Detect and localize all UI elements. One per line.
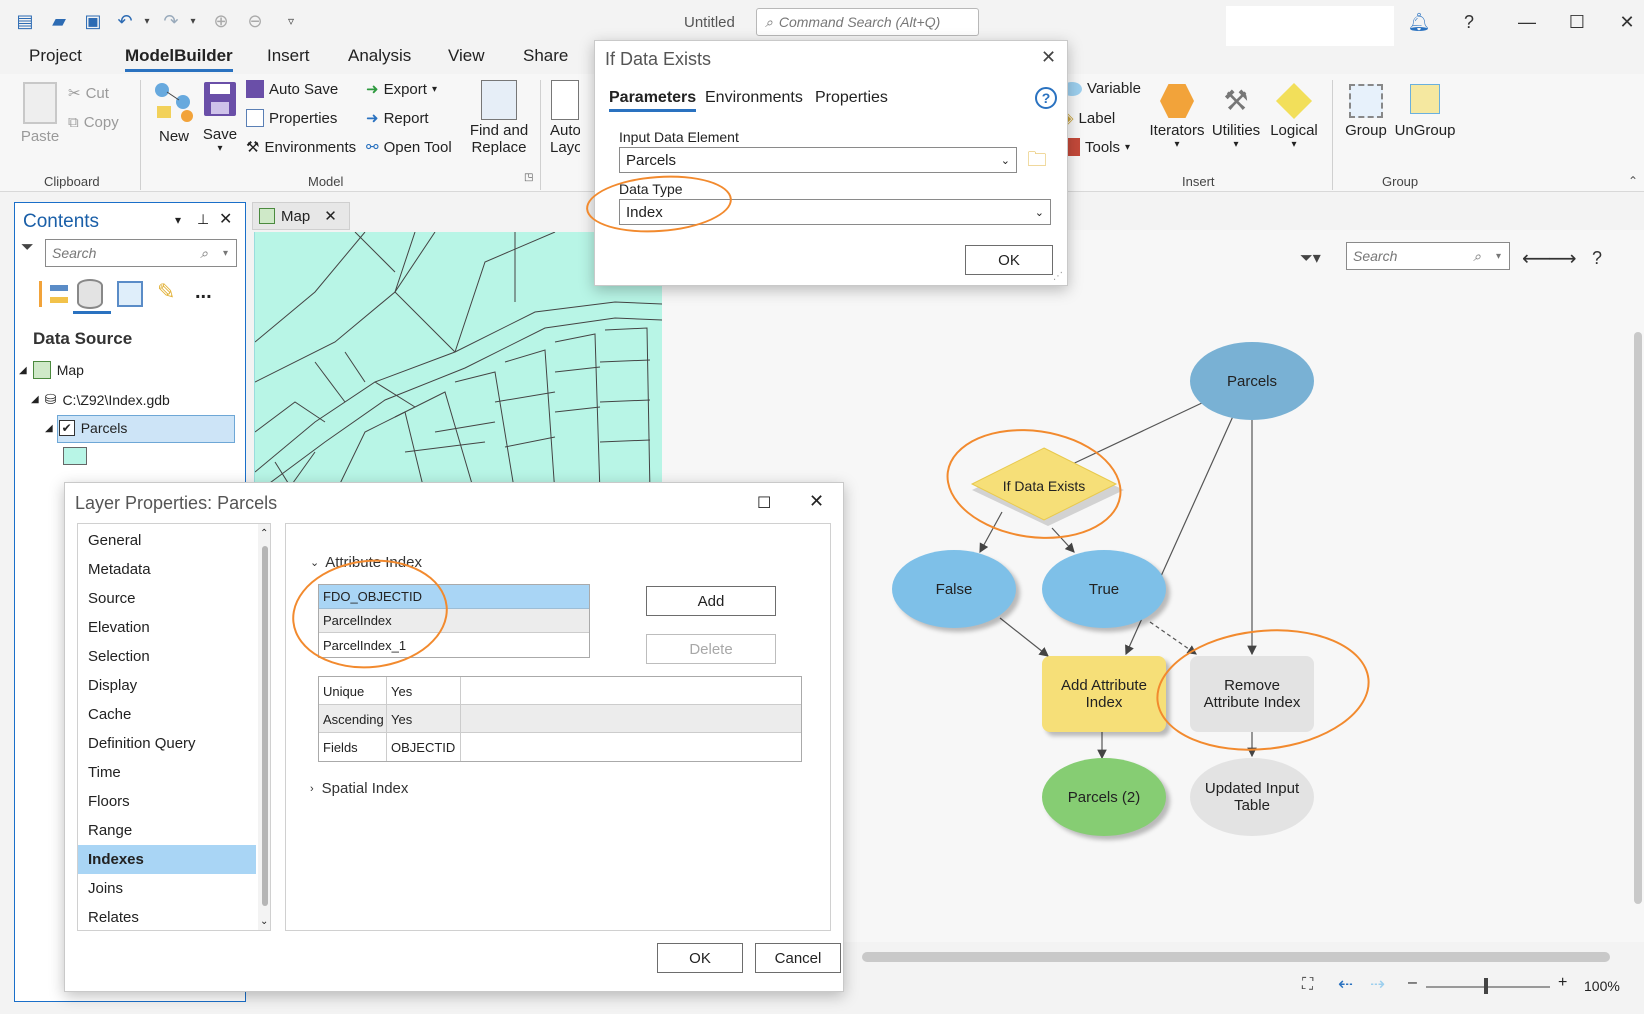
- table-row: Ascending Yes: [319, 705, 801, 733]
- nav-item-joins[interactable]: Joins: [78, 874, 256, 903]
- scroll-down-icon[interactable]: ⌄: [260, 916, 268, 927]
- dialog-title: If Data Exists: [605, 49, 712, 69]
- help-circle-icon[interactable]: ?: [1035, 87, 1057, 109]
- nav-item-selection[interactable]: Selection: [78, 642, 256, 671]
- nav-item-indexes[interactable]: Indexes: [78, 845, 256, 874]
- scroll-up-icon[interactable]: ⌃: [260, 528, 268, 539]
- arcgis-pro-window: ▤ ▰ ▣ ↶ ▾ ↷ ▾ ⊕ ⊖ ▿ Untitled ⌕ Command Se…: [0, 0, 1644, 1014]
- input-data-element-select[interactable]: Parcels ⌄: [619, 147, 1017, 173]
- true-variable-node[interactable]: True: [1042, 550, 1166, 628]
- false-variable-node[interactable]: False: [892, 550, 1016, 628]
- previous-extent-icon[interactable]: ⇠: [1338, 974, 1353, 995]
- property-key: Unique: [319, 677, 387, 705]
- fit-to-window-icon[interactable]: ⛶: [1302, 976, 1313, 994]
- nav-scrollbar-thumb[interactable]: [262, 546, 268, 906]
- tab-properties[interactable]: Properties: [815, 89, 888, 107]
- maximize-dialog-icon[interactable]: ☐: [757, 493, 771, 513]
- horizontal-scrollbar[interactable]: [862, 952, 1610, 962]
- nav-item-floors[interactable]: Floors: [78, 787, 256, 816]
- tab-environments[interactable]: Environments: [705, 89, 803, 107]
- nav-item-source[interactable]: Source: [78, 584, 256, 613]
- nav-item-time[interactable]: Time: [78, 758, 256, 787]
- nav-item-general[interactable]: General: [78, 526, 256, 555]
- add-index-button[interactable]: Add: [646, 586, 776, 616]
- property-value: OBJECTID: [387, 733, 461, 761]
- browse-folder-icon[interactable]: 🗀︎: [1027, 145, 1047, 179]
- parcels-2-output-node[interactable]: Parcels (2): [1042, 758, 1166, 836]
- cancel-button[interactable]: Cancel: [755, 943, 841, 973]
- property-value: Yes: [387, 705, 461, 733]
- table-row: Fields OBJECTID: [319, 733, 801, 761]
- ok-button[interactable]: OK: [965, 245, 1053, 275]
- layer-properties-dialog: Layer Properties: Parcels ☐ ✕ General Met…: [64, 482, 844, 992]
- chevron-down-icon: ⌄: [1000, 154, 1010, 167]
- nav-item-elevation[interactable]: Elevation: [78, 613, 256, 642]
- resize-grip-icon[interactable]: ⋰: [1053, 271, 1063, 282]
- ok-button[interactable]: OK: [657, 943, 743, 973]
- tab-parameters[interactable]: Parameters: [609, 89, 697, 112]
- zoom-slider-thumb[interactable]: [1484, 978, 1488, 994]
- table-row: Unique Yes: [319, 677, 801, 705]
- nav-item-cache[interactable]: Cache: [78, 700, 256, 729]
- zoom-out-button[interactable]: –: [1408, 974, 1417, 992]
- nav-item-metadata[interactable]: Metadata: [78, 555, 256, 584]
- next-extent-icon[interactable]: ⇢: [1370, 974, 1385, 995]
- input-data-element-label: Input Data Element: [619, 129, 739, 145]
- chevron-down-icon: ⌄: [310, 557, 320, 569]
- close-dialog-icon[interactable]: ✕: [809, 491, 824, 512]
- zoom-slider[interactable]: [1426, 986, 1550, 988]
- nav-item-definition-query[interactable]: Definition Query: [78, 729, 256, 758]
- updated-input-table-node[interactable]: Updated Input Table: [1190, 758, 1314, 836]
- nav-item-relates[interactable]: Relates: [78, 903, 256, 930]
- parcels-variable-node[interactable]: Parcels: [1190, 342, 1314, 420]
- index-properties-table: Unique Yes Ascending Yes Fields OBJECTID: [318, 676, 802, 762]
- spatial-index-section[interactable]: › Spatial Index: [310, 780, 408, 797]
- vertical-scrollbar[interactable]: [1634, 332, 1642, 904]
- delete-index-button[interactable]: Delete: [646, 634, 776, 664]
- chevron-right-icon: ›: [310, 782, 314, 795]
- close-dialog-icon[interactable]: ✕: [1041, 47, 1056, 68]
- chevron-down-icon: ⌄: [1034, 206, 1044, 219]
- zoom-level[interactable]: 100%: [1584, 978, 1620, 994]
- add-attribute-index-node[interactable]: Add Attribute Index: [1042, 656, 1166, 732]
- zoom-in-button[interactable]: +: [1558, 974, 1567, 992]
- property-value: Yes: [387, 677, 461, 705]
- nav-item-range[interactable]: Range: [78, 816, 256, 845]
- property-key: Fields: [319, 733, 387, 761]
- dialog-title: Layer Properties: Parcels: [75, 493, 278, 513]
- nav-item-display[interactable]: Display: [78, 671, 256, 700]
- if-data-exists-dialog: If Data Exists ✕ Parameters Environments…: [594, 40, 1068, 286]
- property-nav-list: General Metadata Source Elevation Selection D…: [77, 523, 271, 931]
- property-key: Ascending: [319, 705, 387, 733]
